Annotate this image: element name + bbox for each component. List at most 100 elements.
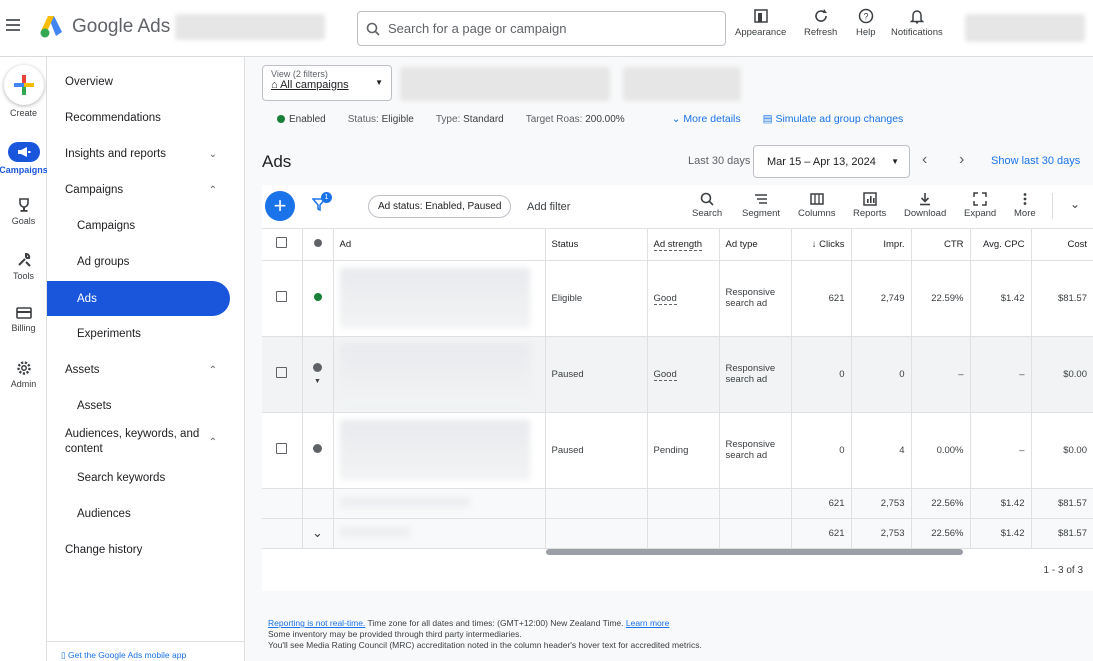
pagination-text: 1 - 3 of 3 <box>1043 565 1083 576</box>
rail-campaigns[interactable]: Campaigns <box>0 142 48 175</box>
nav-campaigns[interactable]: Campaigns <box>47 215 245 237</box>
ad-preview-redacted[interactable] <box>333 260 546 337</box>
search-button[interactable]: Search <box>692 192 722 219</box>
nav-change-history[interactable]: Change history <box>47 539 245 561</box>
rail-goals[interactable]: Goals <box>0 197 47 226</box>
nav-assets-group[interactable]: Assets ⌃ <box>47 359 245 381</box>
date-label: Last 30 days <box>688 155 751 167</box>
select-all-checkbox[interactable] <box>262 229 303 261</box>
total-row: 621 2,753 22.56% $1.42 $81.57 <box>262 488 1093 519</box>
more-details-link[interactable]: ⌄ More details <box>672 113 741 125</box>
reports-button[interactable]: Reports <box>853 192 886 219</box>
footer-notes: Reporting is not real-time. Time zone fo… <box>268 618 702 650</box>
download-button[interactable]: Download <box>904 192 946 219</box>
table-row[interactable]: Paused Pending Responsive search ad 0 4 … <box>262 412 1093 489</box>
horizontal-scrollbar[interactable] <box>546 549 963 555</box>
menu-icon[interactable] <box>6 19 20 31</box>
col-status[interactable]: Status <box>545 229 648 261</box>
nav-insights[interactable]: Insights and reports ⌄ <box>47 143 245 165</box>
segment-button[interactable]: Segment <box>742 192 780 219</box>
help-button[interactable]: ? Help <box>856 8 876 38</box>
col-ad-type[interactable]: Ad type <box>719 229 792 261</box>
nav-audiences-group[interactable]: Audiences, keywords, and content ⌃ <box>47 427 245 457</box>
nav-ads[interactable]: Ads <box>47 281 230 316</box>
google-ads-logo[interactable]: Google Ads <box>40 16 170 38</box>
col-impr[interactable]: Impr. <box>851 229 912 261</box>
learn-more-link[interactable]: Learn more <box>626 618 669 628</box>
user-account-redacted[interactable] <box>965 14 1085 42</box>
sidebar-divider <box>47 641 245 642</box>
enabled-dot-icon <box>277 114 285 123</box>
date-range-picker[interactable]: Mar 15 – Apr 13, 2024 ▼ <box>753 145 910 178</box>
nav-audiences[interactable]: Audiences <box>47 503 245 525</box>
col-clicks[interactable]: ↓ Clicks <box>791 229 852 261</box>
enabled-status: Enabled <box>277 114 326 125</box>
campaign-selector-redacted[interactable] <box>400 67 610 101</box>
search-placeholder: Search for a page or campaign <box>388 21 567 36</box>
columns-icon <box>810 193 824 205</box>
appearance-button[interactable]: Appearance <box>735 8 786 38</box>
ad-status-filter-chip[interactable]: Ad status: Enabled, Paused <box>368 195 512 218</box>
ad-preview-redacted[interactable] <box>333 412 546 489</box>
rail-create[interactable]: Create <box>0 65 47 118</box>
rail-admin[interactable]: Admin <box>0 360 47 389</box>
collapse-chevron-icon[interactable]: ⌄ <box>1070 197 1080 211</box>
col-ad[interactable]: Ad <box>333 229 546 261</box>
refresh-button[interactable]: Refresh <box>804 8 837 38</box>
rail-tools[interactable]: Tools <box>0 252 47 281</box>
table-row[interactable]: ▼ Paused Good Responsive search ad 0 0 –… <box>262 336 1093 413</box>
nav-search-keywords[interactable]: Search keywords <box>47 467 245 489</box>
simulate-link[interactable]: ▤ Simulate ad group changes <box>763 113 904 125</box>
enabled-dot-icon[interactable] <box>302 260 334 337</box>
add-filter-button[interactable]: Add filter <box>527 201 570 213</box>
search-icon <box>700 192 714 206</box>
ads-table: Ad Status Ad strength Ad type ↓ Clicks I… <box>262 229 1093 549</box>
add-ad-button[interactable]: + <box>265 191 295 221</box>
next-period-button[interactable]: › <box>959 151 964 169</box>
chevron-down-icon: ⌄ <box>208 148 217 160</box>
row-checkbox[interactable] <box>262 336 303 413</box>
row-checkbox[interactable] <box>262 412 303 489</box>
columns-button[interactable]: Columns <box>798 192 836 219</box>
expand-button[interactable]: Expand <box>964 192 996 219</box>
campaign-status-bar: Enabled Status: Eligible Type: Standard … <box>277 113 903 125</box>
notifications-button[interactable]: Notifications <box>891 8 943 38</box>
ad-group-selector-redacted[interactable] <box>623 67 741 101</box>
nav-ad-groups[interactable]: Ad groups <box>47 251 245 273</box>
paused-status-dropdown[interactable]: ▼ <box>302 336 334 413</box>
col-cost[interactable]: Cost <box>1031 229 1093 261</box>
status-dot-header <box>302 229 334 261</box>
show-last-30-link[interactable]: Show last 30 days <box>991 155 1080 167</box>
prev-period-button[interactable]: ‹ <box>922 151 927 169</box>
reporting-link[interactable]: Reporting is not real-time. <box>268 618 365 628</box>
filter-button[interactable]: 1 <box>311 192 332 216</box>
ads-logo-icon <box>40 16 62 38</box>
rail-billing[interactable]: Billing <box>0 306 47 333</box>
nav-experiments[interactable]: Experiments <box>47 323 245 345</box>
chart-icon: ▤ <box>762 113 773 125</box>
col-ctr[interactable]: CTR <box>911 229 971 261</box>
chevron-down-icon[interactable]: ⌄ <box>302 518 334 549</box>
col-ad-strength[interactable]: Ad strength <box>647 229 720 261</box>
ad-preview-redacted[interactable] <box>333 336 546 413</box>
pause-icon[interactable] <box>302 412 334 489</box>
left-rail: Create Campaigns Goals Tools Billing Adm… <box>0 57 48 661</box>
row-checkbox[interactable] <box>262 260 303 337</box>
total-label-redacted <box>333 488 546 519</box>
ads-table-card: + 1 Ad status: Enabled, Paused Add filte… <box>262 185 1093 591</box>
nav-recommendations[interactable]: Recommendations <box>47 107 245 129</box>
nav-campaigns-group[interactable]: Campaigns ⌃ <box>47 179 245 201</box>
view-filter-dropdown[interactable]: View (2 filters) ⌂ All campaigns ▼ <box>262 65 392 101</box>
mobile-app-link[interactable]: ▯ Get the Google Ads mobile app <box>61 650 186 661</box>
dropdown-arrow-icon: ▼ <box>891 157 899 166</box>
table-row[interactable]: Eligible Good Responsive search ad 621 2… <box>262 260 1093 337</box>
more-button[interactable]: More <box>1014 192 1036 219</box>
nav-overview[interactable]: Overview <box>47 71 245 93</box>
nav-assets[interactable]: Assets <box>47 395 245 417</box>
reports-icon <box>862 192 877 206</box>
search-icon <box>366 22 380 36</box>
search-input[interactable]: Search for a page or campaign <box>357 11 726 46</box>
col-avg-cpc[interactable]: Avg. CPC <box>970 229 1032 261</box>
chevron-up-icon: ⌃ <box>208 184 217 196</box>
table-toolbar: + 1 Ad status: Enabled, Paused Add filte… <box>262 185 1093 229</box>
